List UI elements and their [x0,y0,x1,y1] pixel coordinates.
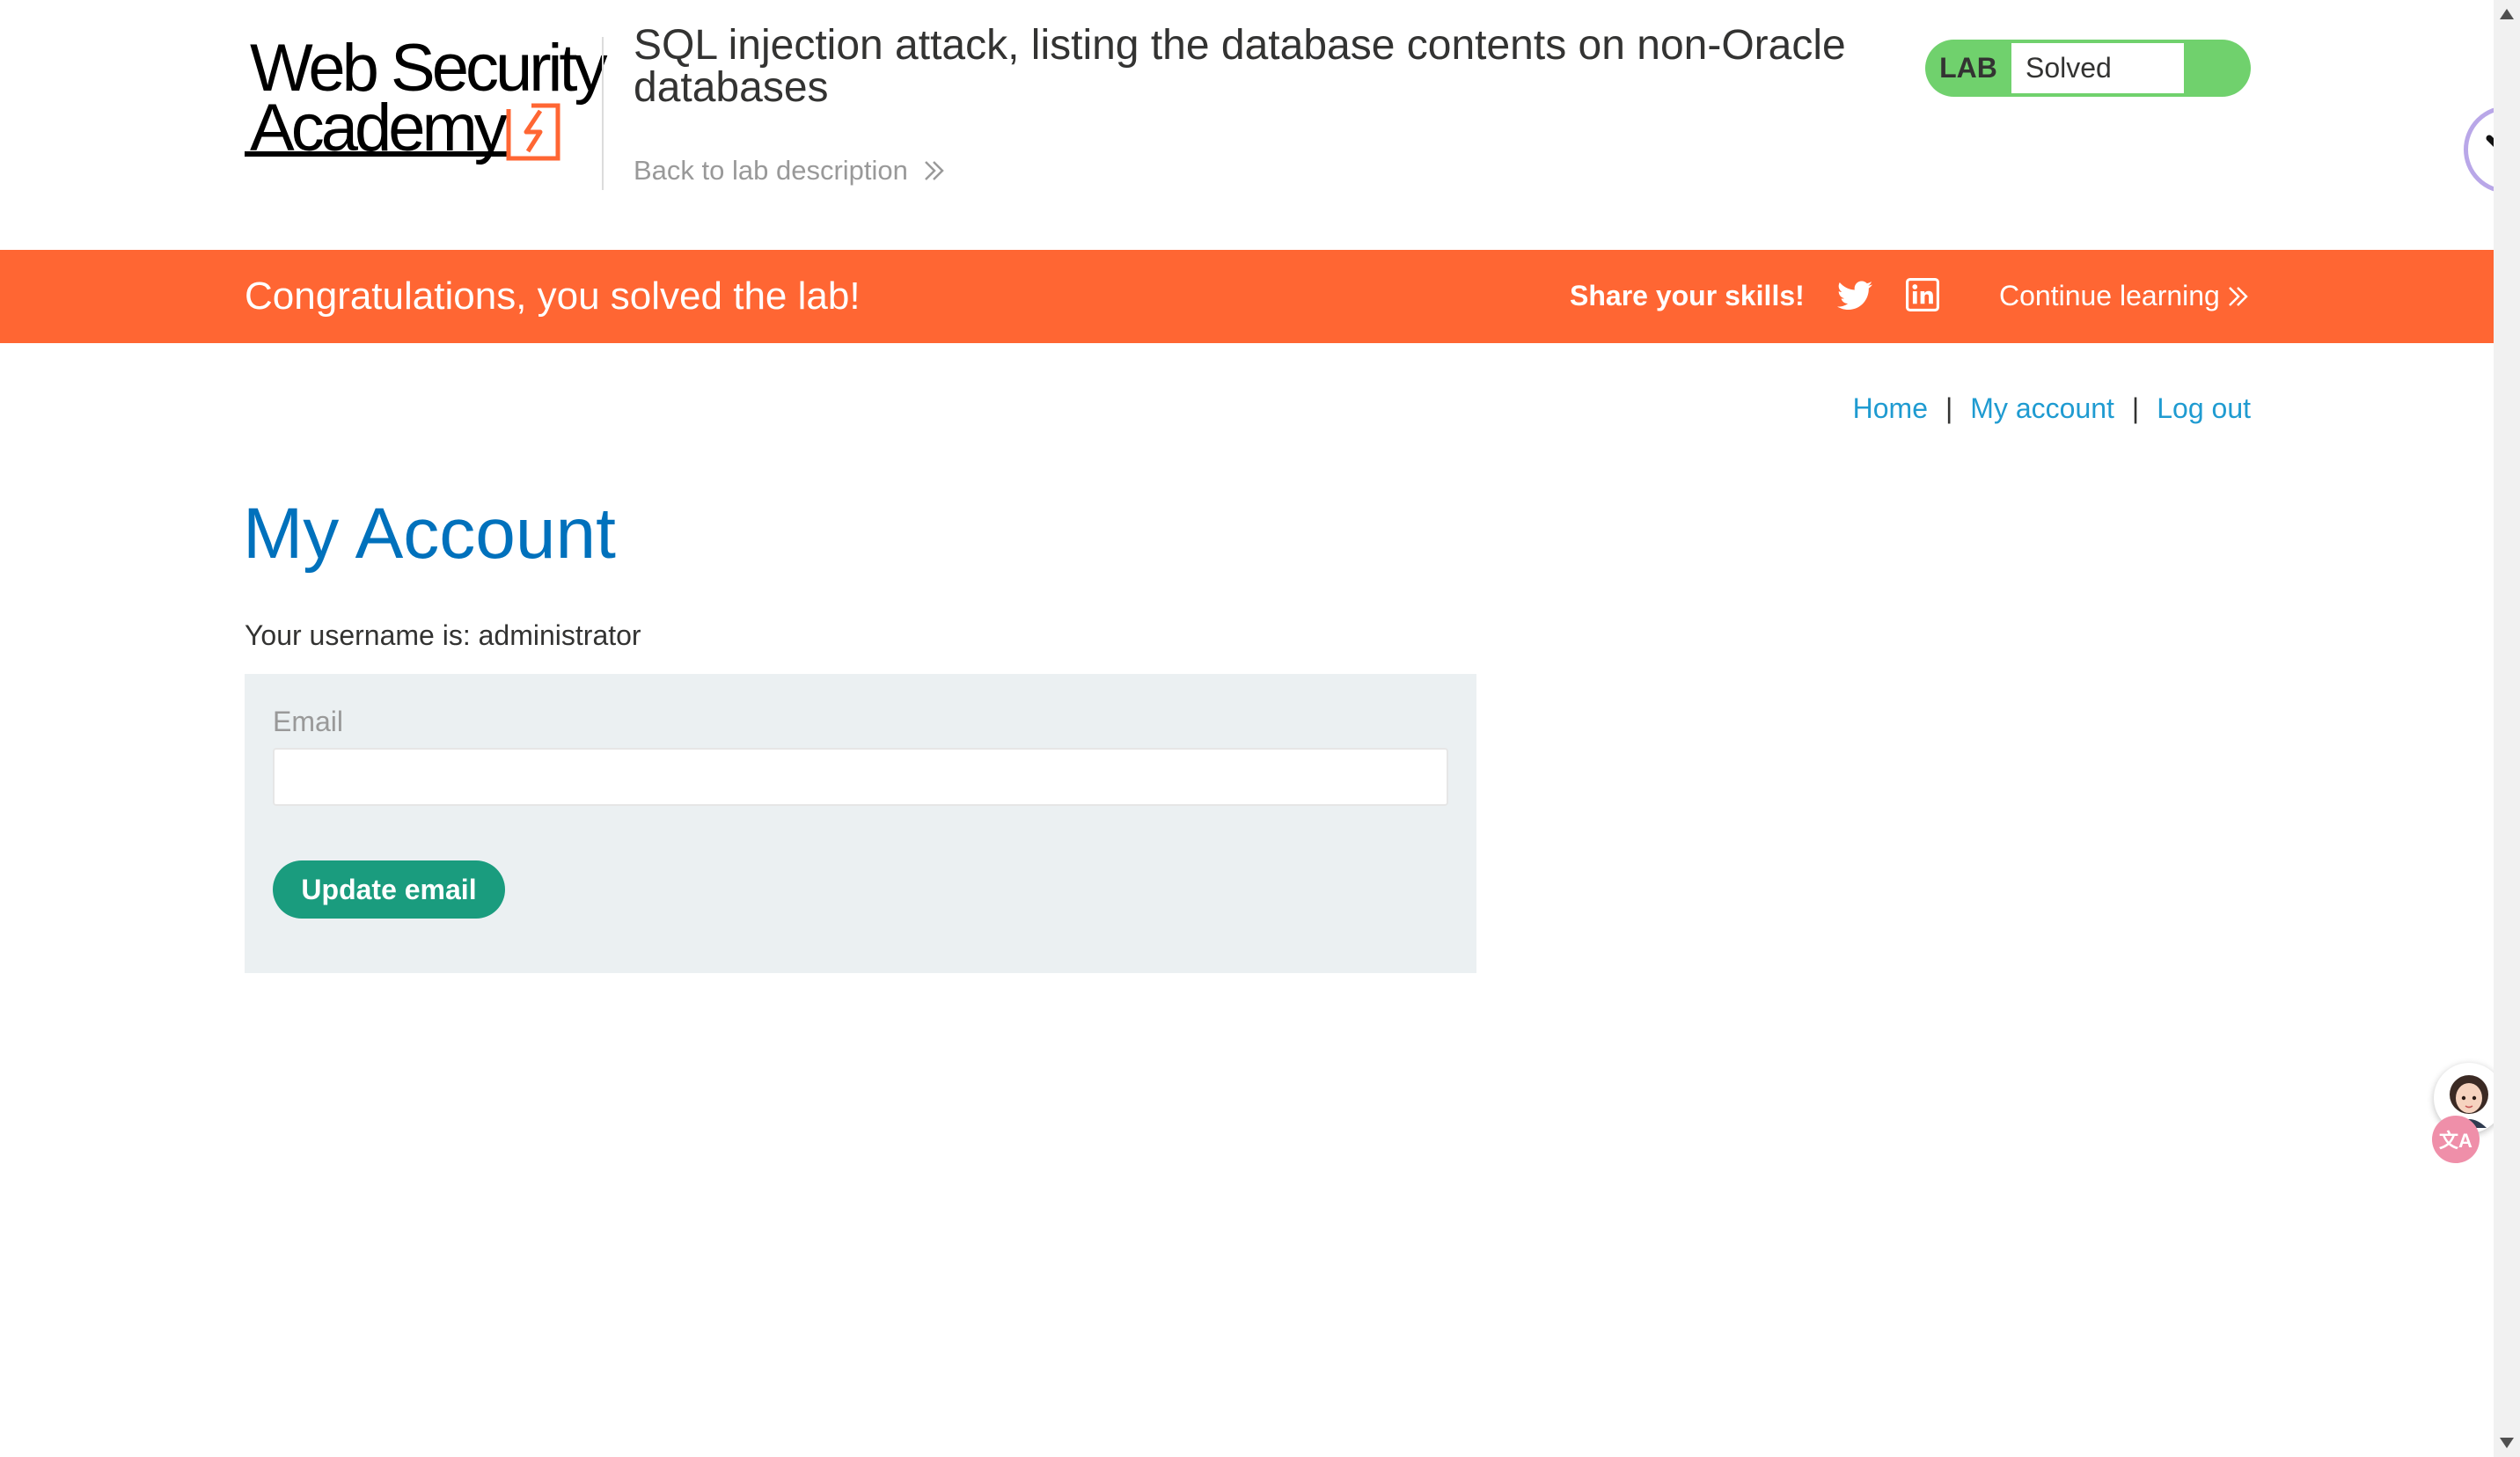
update-email-form: Email Update email [245,674,1476,973]
account-nav: Home | My account | Log out [1853,392,2251,425]
nav-separator: | [1945,392,1953,424]
email-label: Email [273,706,344,737]
lab-status-widget: LAB Solved [1925,40,2251,97]
logo-underline [245,151,509,157]
continue-learning-link[interactable]: Continue learning [1999,280,2250,312]
share-skills-label: Share your skills! [1570,280,1805,311]
back-link-label: Back to lab description [634,155,908,186]
nav-logout-link[interactable]: Log out [2157,392,2251,425]
lab-solved-banner: Congratulations, you solved the lab! Sha… [0,250,2494,343]
web-security-academy-logo[interactable]: Web Security Academy [245,32,608,164]
logo-flash-icon [506,103,560,161]
nav-my-account-link[interactable]: My account [1970,392,2114,425]
congratulations-message: Congratulations, you solved the lab! [245,275,861,318]
continue-learning-label: Continue learning [1999,280,2220,311]
email-input[interactable] [273,748,1448,806]
lab-header: Web Security Academy SQL injection attac… [0,0,2494,250]
lab-title: SQL injection attack, listing the databa… [634,22,1846,111]
nav-home-link[interactable]: Home [1853,392,1928,425]
scroll-up-arrow-icon[interactable] [2500,9,2514,19]
back-to-lab-description-link[interactable]: Back to lab description [634,155,947,187]
translate-badge[interactable]: 文A [2432,1116,2480,1163]
nav-separator: | [2131,392,2140,424]
twitter-icon[interactable] [1837,280,1872,311]
page: Web Security Academy SQL injection attac… [0,0,2520,1457]
page-scrollbar[interactable] [2494,0,2520,1457]
double-chevron-right-icon [925,161,944,180]
page-title: My Account [243,494,616,574]
lab-status-label: LAB [1939,52,1997,84]
linkedin-icon[interactable] [1906,278,1939,311]
double-chevron-right-icon [2228,286,2248,306]
lab-status-value: Solved [2011,43,2184,93]
update-email-button[interactable]: Update email [273,860,505,919]
scroll-down-arrow-icon[interactable] [2500,1438,2514,1448]
header-divider [602,37,604,190]
username-text: Your username is: administrator [245,619,641,651]
